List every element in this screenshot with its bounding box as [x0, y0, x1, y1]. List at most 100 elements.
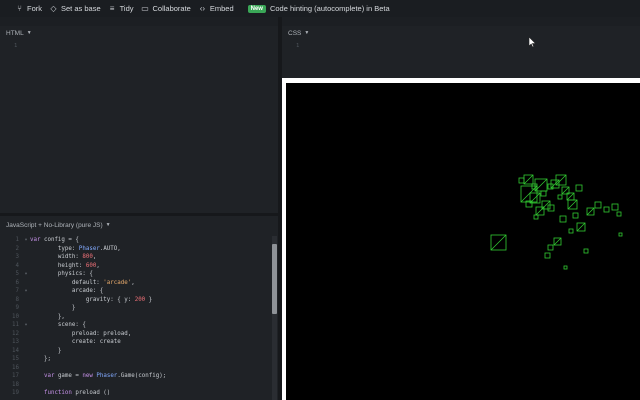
- code-text: physics: {: [30, 271, 93, 277]
- particle-square: [533, 214, 539, 220]
- code-line[interactable]: 19 function preload (): [0, 389, 270, 398]
- fork-icon: ⑂: [17, 4, 22, 13]
- toolbar-collaborate-button[interactable]: ▭ Collaborate: [141, 4, 191, 13]
- chat-icon: ▭: [141, 4, 149, 13]
- code-line[interactable]: 9 }: [0, 304, 270, 313]
- code-text: function preload (): [43, 390, 111, 396]
- fold-arrow-icon[interactable]: [22, 347, 30, 356]
- fold-arrow-icon[interactable]: [22, 296, 30, 305]
- js-panel-header[interactable]: JavaScript + No-Library (pure JS) ▼: [0, 216, 278, 234]
- fold-arrow-icon[interactable]: ▾: [22, 287, 30, 296]
- code-line[interactable]: 18: [0, 381, 270, 390]
- code-text: var game = new Phaser.Game(config);: [43, 373, 167, 379]
- code-text: arcade: {: [30, 288, 104, 294]
- html-panel-header[interactable]: HTML ▼: [0, 26, 278, 40]
- html-editor-panel[interactable]: HTML ▼ 1: [0, 26, 278, 216]
- code-text: height: 600,: [30, 262, 100, 269]
- line-number: 14: [12, 347, 19, 354]
- fold-arrow-icon[interactable]: [22, 372, 30, 381]
- particle-diagonal: [586, 207, 595, 216]
- code-line[interactable]: 14 }: [0, 347, 270, 356]
- line-number: 18: [12, 381, 19, 388]
- code-line[interactable]: 15 };: [0, 355, 270, 364]
- fold-arrow-icon[interactable]: [22, 253, 30, 262]
- fold-arrow-icon[interactable]: [22, 279, 30, 288]
- particle-square: [547, 204, 555, 212]
- particle-square: [618, 232, 623, 237]
- code-line[interactable]: 8 gravity: { y: 200 }: [0, 296, 270, 305]
- particle-square: [559, 215, 567, 223]
- code-line[interactable]: 10 },: [0, 313, 270, 322]
- code-line[interactable]: 2 type: Phaser.AUTO,: [0, 245, 270, 254]
- js-editor-scrollbar[interactable]: [272, 236, 277, 400]
- line-number: 10: [12, 313, 19, 320]
- code-text: width: 800,: [30, 254, 97, 260]
- code-line[interactable]: 5 ▾ physics: {: [0, 270, 270, 279]
- line-number: 19: [12, 390, 19, 396]
- chevron-down-icon[interactable]: ▼: [27, 30, 32, 36]
- fold-arrow-icon[interactable]: [22, 389, 30, 398]
- toolbar-fork-button[interactable]: ⑂ Fork: [15, 4, 42, 13]
- toolbar-tidy-button[interactable]: ≡ Tidy: [108, 4, 134, 13]
- particle-square: [575, 184, 583, 192]
- particle-square: [563, 265, 568, 270]
- code-line[interactable]: 3 width: 800,: [0, 253, 270, 262]
- code-line[interactable]: 7 ▾ arcade: {: [0, 287, 270, 296]
- fold-arrow-icon[interactable]: [22, 313, 30, 322]
- js-code-editor[interactable]: 1 ▾ var config = {2 type: Phaser.AUTO, 3 wi…: [0, 236, 270, 398]
- html-panel-title: HTML: [6, 29, 24, 37]
- fold-arrow-icon[interactable]: [22, 262, 30, 271]
- code-line[interactable]: 17 var game = new Phaser.Game(config);: [0, 372, 270, 381]
- tidy-icon: ≡: [109, 4, 115, 13]
- particle-square: [547, 244, 554, 251]
- fold-arrow-icon[interactable]: [22, 355, 30, 364]
- js-editor-panel[interactable]: JavaScript + No-Library (pure JS) ▼ 1 ▾ va…: [0, 216, 278, 400]
- code-line[interactable]: 16: [0, 364, 270, 373]
- code-text: create: create: [30, 339, 121, 345]
- particle-diagonal: [490, 234, 507, 251]
- fold-arrow-icon[interactable]: [22, 338, 30, 347]
- code-line[interactable]: 1 ▾ var config = {: [0, 236, 270, 245]
- line-number: 9: [15, 305, 20, 311]
- fold-arrow-icon[interactable]: ▾: [22, 270, 30, 279]
- toolbar-embed-button[interactable]: ‹› Embed: [198, 4, 234, 13]
- code-line[interactable]: 13 create: create: [0, 338, 270, 347]
- fold-arrow-icon[interactable]: [22, 330, 30, 339]
- toolbar-label: Set as base: [61, 4, 101, 13]
- particle-square: [616, 211, 622, 217]
- code-line[interactable]: 11 ▾ scene: {: [0, 321, 270, 330]
- tag-icon: ◇: [50, 4, 57, 13]
- chevron-down-icon[interactable]: ▼: [304, 30, 309, 36]
- announcement-link[interactable]: Code hinting (autocomplete) in Beta: [270, 4, 390, 13]
- fold-arrow-icon[interactable]: [22, 381, 30, 390]
- particle-diagonal: [529, 192, 541, 204]
- line-number: 13: [12, 339, 19, 345]
- code-text: scene: {: [30, 322, 86, 328]
- code-line[interactable]: 12 preload: preload,: [0, 330, 270, 339]
- line-number: 12: [12, 330, 19, 337]
- css-panel-header[interactable]: CSS ▼: [282, 26, 640, 40]
- line-number: 8: [15, 296, 20, 303]
- particle-square: [583, 248, 589, 254]
- particle-diagonal: [553, 237, 562, 246]
- particle-emitter-graphic: [490, 174, 623, 270]
- chevron-down-icon[interactable]: ▼: [106, 222, 111, 228]
- toolbar-label: Embed: [209, 4, 234, 13]
- fold-arrow-icon[interactable]: ▾: [22, 321, 30, 330]
- line-number: 17: [12, 373, 19, 379]
- game-canvas[interactable]: [286, 83, 640, 400]
- fold-arrow-icon[interactable]: [22, 304, 30, 313]
- css-editor-panel[interactable]: CSS ▼ 1: [282, 26, 640, 78]
- toolbar-set-as-base-button[interactable]: ◇ Set as base: [49, 4, 101, 13]
- particle-diagonal: [576, 222, 586, 232]
- code-text: default: 'arcade',: [30, 279, 135, 286]
- fold-arrow-icon[interactable]: [22, 245, 30, 254]
- code-line[interactable]: 4 height: 600,: [0, 262, 270, 271]
- code-text: type: Phaser.AUTO,: [30, 245, 121, 252]
- line-number: 16: [12, 364, 19, 371]
- particle-square: [594, 201, 602, 209]
- fold-arrow-icon[interactable]: ▾: [22, 236, 30, 245]
- fold-arrow-icon[interactable]: [22, 364, 30, 373]
- code-line[interactable]: 6 default: 'arcade',: [0, 279, 270, 288]
- scrollbar-thumb[interactable]: [272, 244, 277, 314]
